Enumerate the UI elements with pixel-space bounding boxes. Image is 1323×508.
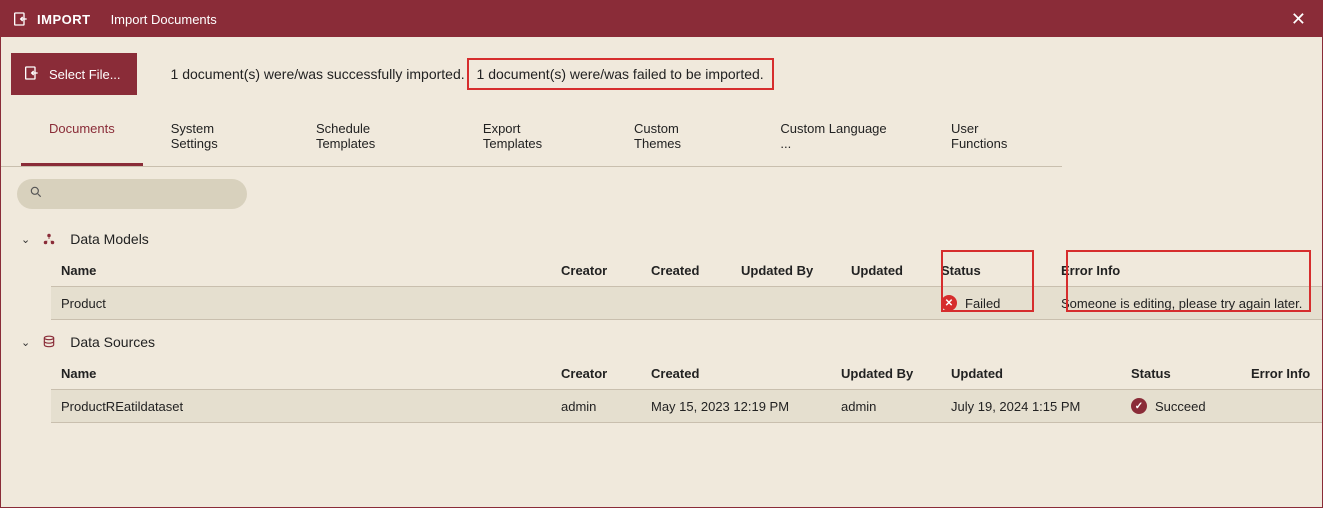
import-icon [11, 10, 29, 28]
close-icon[interactable]: ✕ [1285, 5, 1312, 34]
tab-export-templates[interactable]: Export Templates [455, 111, 606, 166]
data-sources-table: Name Creator Created Updated By Updated … [51, 358, 1322, 423]
tab-custom-themes[interactable]: Custom Themes [606, 111, 752, 166]
select-file-button[interactable]: Select File... [11, 53, 137, 95]
dialog-subtitle: Import Documents [111, 12, 217, 27]
section-header-data-models[interactable]: ⌄ Data Models [21, 223, 1322, 255]
cell-error-info [1241, 390, 1322, 423]
col-creator: Creator [551, 358, 641, 390]
col-created: Created [641, 358, 831, 390]
tab-user-functions[interactable]: User Functions [923, 111, 1062, 166]
cell-error-info: Someone is editing, please try again lat… [1051, 287, 1322, 320]
models-icon [42, 232, 58, 246]
import-status-text: 1 document(s) were/was successfully impo… [153, 66, 774, 82]
search-icon [29, 185, 43, 204]
status-success-text: 1 document(s) were/was successfully impo… [171, 66, 465, 82]
content-area: ⌄ Data Models Name Creator Created Updat… [1, 217, 1322, 423]
col-error-info: Error Info [1241, 358, 1322, 390]
col-updated: Updated [841, 255, 931, 287]
status-fail-icon: ✕ [941, 295, 957, 311]
col-created: Created [641, 255, 731, 287]
col-creator: Creator [551, 255, 641, 287]
status-text: Failed [965, 296, 1000, 311]
cell-name: Product [51, 287, 551, 320]
cell-creator: admin [551, 390, 641, 423]
data-models-table: Name Creator Created Updated By Updated … [51, 255, 1322, 320]
import-icon [23, 65, 39, 84]
col-error-info: Error Info [1051, 255, 1322, 287]
dialog-title: IMPORT [37, 12, 91, 27]
status-failed-text: 1 document(s) were/was failed to be impo… [467, 58, 774, 90]
tabs: Documents System Settings Schedule Templ… [1, 111, 1062, 167]
col-updated: Updated [941, 358, 1121, 390]
status-text: Succeed [1155, 399, 1206, 414]
cell-status: ✕ Failed [931, 287, 1051, 320]
select-file-label: Select File... [49, 67, 121, 82]
table-row: ProductREatildataset admin May 15, 2023 … [51, 390, 1322, 423]
section-header-data-sources[interactable]: ⌄ Data Sources [21, 326, 1322, 358]
table-row: Product ✕ Failed Someone is editing, ple… [51, 287, 1322, 320]
cell-updated: July 19, 2024 1:15 PM [941, 390, 1121, 423]
col-name: Name [51, 358, 551, 390]
section-data-sources: ⌄ Data Sources Name Creator Created Upda [1, 320, 1322, 423]
cell-updated [841, 287, 931, 320]
cell-creator [551, 287, 641, 320]
search-area [1, 167, 1322, 217]
table-header-row: Name Creator Created Updated By Updated … [51, 358, 1322, 390]
cell-status: ✓ Succeed [1121, 390, 1241, 423]
search-input[interactable] [51, 187, 235, 202]
cell-created: May 15, 2023 12:19 PM [641, 390, 831, 423]
tab-system-settings[interactable]: System Settings [143, 111, 288, 166]
cell-name: ProductREatildataset [51, 390, 551, 423]
dialog-header: IMPORT Import Documents ✕ [1, 1, 1322, 37]
col-updated-by: Updated By [831, 358, 941, 390]
chevron-down-icon: ⌄ [21, 233, 30, 246]
section-title: Data Models [70, 231, 149, 247]
cell-updated-by [731, 287, 841, 320]
col-updated-by: Updated By [731, 255, 841, 287]
tab-documents[interactable]: Documents [21, 111, 143, 166]
section-title: Data Sources [70, 334, 155, 350]
toolbar: Select File... 1 document(s) were/was su… [1, 37, 1322, 111]
col-status: Status [931, 255, 1051, 287]
tab-schedule-templates[interactable]: Schedule Templates [288, 111, 455, 166]
cell-updated-by: admin [831, 390, 941, 423]
tab-custom-language[interactable]: Custom Language ... [752, 111, 923, 166]
col-name: Name [51, 255, 551, 287]
status-ok-icon: ✓ [1131, 398, 1147, 414]
col-status: Status [1121, 358, 1241, 390]
table-header-row: Name Creator Created Updated By Updated … [51, 255, 1322, 287]
database-icon [42, 335, 58, 349]
section-data-models: ⌄ Data Models Name Creator Created Updat… [1, 217, 1322, 320]
cell-created [641, 287, 731, 320]
search-pill[interactable] [17, 179, 247, 209]
chevron-down-icon: ⌄ [21, 336, 30, 349]
